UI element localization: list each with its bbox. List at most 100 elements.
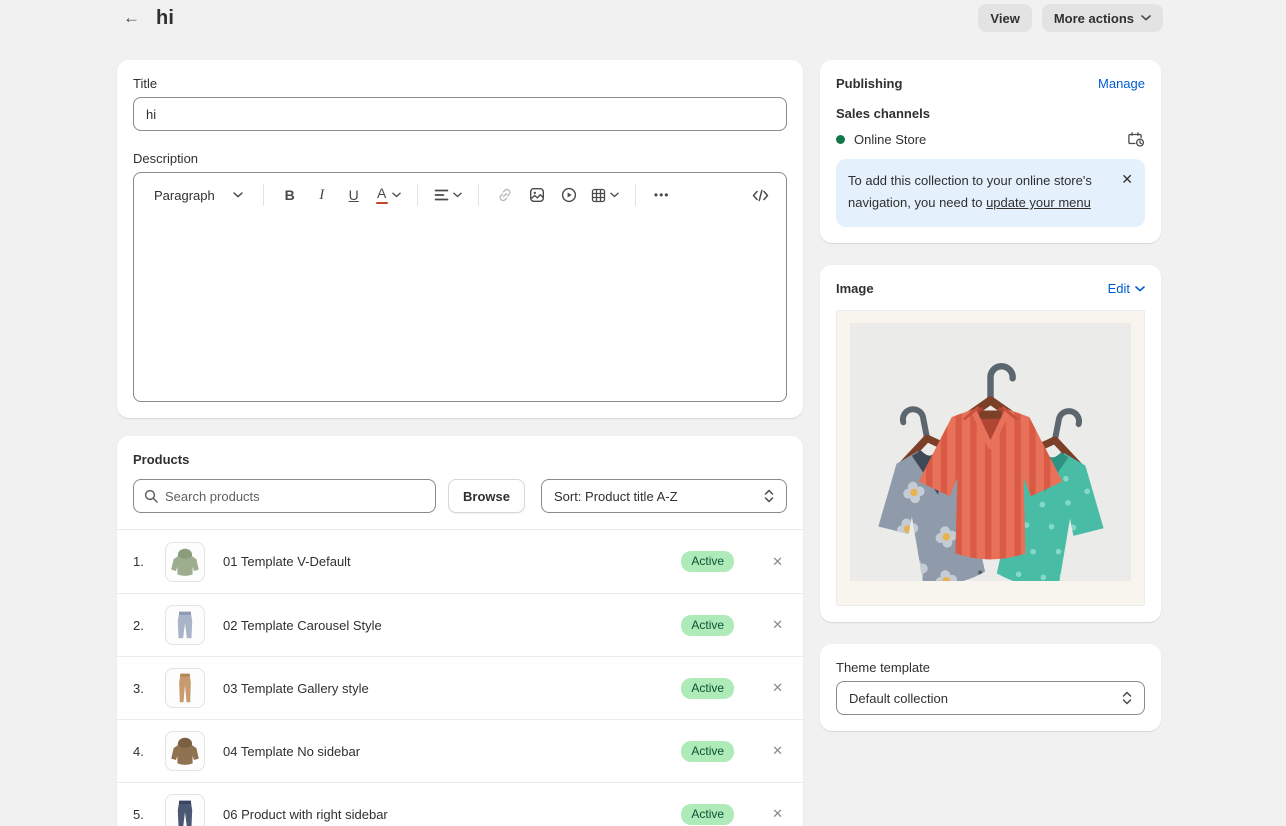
chevron-down-icon xyxy=(233,192,243,198)
product-thumbnail xyxy=(165,542,205,582)
product-title: 02 Template Carousel Style xyxy=(223,618,382,633)
sort-select[interactable]: Sort: Product title A-Z xyxy=(541,479,787,513)
products-heading: Products xyxy=(133,452,787,467)
view-button[interactable]: View xyxy=(978,4,1031,32)
close-icon: ✕ xyxy=(772,617,783,632)
status-badge: Active xyxy=(681,804,734,825)
more-icon: ••• xyxy=(654,188,670,202)
update-menu-link[interactable]: update your menu xyxy=(986,195,1091,210)
code-view-button[interactable] xyxy=(746,181,774,209)
status-badge: Active xyxy=(681,551,734,572)
publishing-card: Publishing Manage Sales channels Online … xyxy=(820,60,1161,243)
banner-text: To add this collection to your online st… xyxy=(848,170,1113,214)
product-thumbnail xyxy=(165,794,205,826)
channel-name: Online Store xyxy=(854,132,926,147)
alignment-icon xyxy=(434,189,449,201)
edit-image-link[interactable]: Edit xyxy=(1108,281,1145,296)
product-title: 03 Template Gallery style xyxy=(223,681,369,696)
remove-product-button[interactable]: ✕ xyxy=(772,806,783,822)
search-icon xyxy=(144,489,158,503)
close-icon: ✕ xyxy=(772,743,783,758)
row-index: 2. xyxy=(133,618,155,633)
bold-icon: B xyxy=(285,187,295,203)
insert-video-button[interactable] xyxy=(555,181,583,209)
text-color-icon: A xyxy=(376,186,388,204)
close-icon: ✕ xyxy=(772,680,783,695)
product-image xyxy=(166,794,204,826)
theme-template-card: Theme template Default collection xyxy=(820,644,1161,731)
insert-table-button[interactable] xyxy=(587,181,623,209)
alignment-button[interactable] xyxy=(430,181,466,209)
chevron-down-icon xyxy=(610,192,619,198)
image-heading: Image xyxy=(836,281,874,296)
product-list: 1. 01 Template V-Default Active ✕ 2. 02 … xyxy=(117,529,803,826)
manage-link[interactable]: Manage xyxy=(1098,76,1145,91)
table-icon xyxy=(591,188,606,203)
chevron-down-icon xyxy=(392,192,401,198)
link-icon xyxy=(497,187,513,203)
product-title: 06 Product with right sidebar xyxy=(223,807,388,822)
status-badge: Active xyxy=(681,615,734,636)
arrow-left-icon: ← xyxy=(123,8,140,27)
product-image xyxy=(166,731,204,771)
schedule-calendar-icon[interactable] xyxy=(1127,130,1145,148)
close-icon: ✕ xyxy=(772,554,783,569)
title-input[interactable] xyxy=(133,97,787,131)
italic-button[interactable]: I xyxy=(308,181,336,209)
text-color-button[interactable]: A xyxy=(372,181,405,209)
shirts-illustration-image xyxy=(850,323,1131,581)
products-card: Products Browse Sort: Product title A-Z xyxy=(117,436,803,826)
description-label: Description xyxy=(133,151,787,166)
product-thumbnail xyxy=(165,668,205,708)
chevron-down-icon xyxy=(1141,15,1151,21)
publishing-heading: Publishing xyxy=(836,76,902,91)
info-banner: To add this collection to your online st… xyxy=(836,159,1145,227)
product-search[interactable] xyxy=(133,479,436,513)
theme-template-select[interactable]: Default collection xyxy=(836,681,1145,715)
product-row: 5. 06 Product with right sidebar Active … xyxy=(117,782,803,826)
close-icon: ✕ xyxy=(772,806,783,821)
row-index: 4. xyxy=(133,744,155,759)
status-badge: Active xyxy=(681,678,734,699)
image-icon xyxy=(529,187,545,203)
more-formatting-button[interactable]: ••• xyxy=(648,181,676,209)
banner-close-button[interactable]: ✕ xyxy=(1121,170,1133,188)
link-button[interactable] xyxy=(491,181,519,209)
title-description-card: Title Description Paragraph B I U xyxy=(117,60,803,418)
editor-toolbar: Paragraph B I U A xyxy=(134,173,786,217)
remove-product-button[interactable]: ✕ xyxy=(772,743,783,759)
remove-product-button[interactable]: ✕ xyxy=(772,680,783,696)
underline-icon: U xyxy=(349,187,359,203)
row-index: 1. xyxy=(133,554,155,569)
paragraph-style-dropdown[interactable]: Paragraph xyxy=(146,181,251,209)
video-icon xyxy=(561,187,577,203)
description-textarea[interactable] xyxy=(134,217,786,401)
remove-product-button[interactable]: ✕ xyxy=(772,617,783,633)
page-header: ← hi View More actions xyxy=(0,0,1286,36)
remove-product-button[interactable]: ✕ xyxy=(772,554,783,570)
page-title: hi xyxy=(156,7,174,30)
collection-image[interactable] xyxy=(836,310,1145,606)
title-label: Title xyxy=(133,76,787,91)
browse-button[interactable]: Browse xyxy=(448,479,525,513)
status-badge: Active xyxy=(681,741,734,762)
product-image xyxy=(166,668,204,708)
theme-template-label: Theme template xyxy=(836,660,1145,675)
product-row: 3. 03 Template Gallery style Active ✕ xyxy=(117,656,803,719)
underline-button[interactable]: U xyxy=(340,181,368,209)
more-actions-button[interactable]: More actions xyxy=(1042,4,1163,32)
sales-channels-label: Sales channels xyxy=(836,106,1145,121)
back-button[interactable]: ← xyxy=(117,6,146,30)
status-dot xyxy=(836,135,845,144)
italic-icon: I xyxy=(319,187,324,204)
insert-image-button[interactable] xyxy=(523,181,551,209)
product-row: 4. 04 Template No sidebar Active ✕ xyxy=(117,719,803,782)
search-input[interactable] xyxy=(165,489,425,504)
rich-text-editor: Paragraph B I U A xyxy=(133,172,787,402)
chevron-down-icon xyxy=(1135,286,1145,292)
updown-chevron-icon xyxy=(1122,691,1132,705)
bold-button[interactable]: B xyxy=(276,181,304,209)
updown-chevron-icon xyxy=(764,489,774,503)
product-thumbnail xyxy=(165,731,205,771)
product-thumbnail xyxy=(165,605,205,645)
